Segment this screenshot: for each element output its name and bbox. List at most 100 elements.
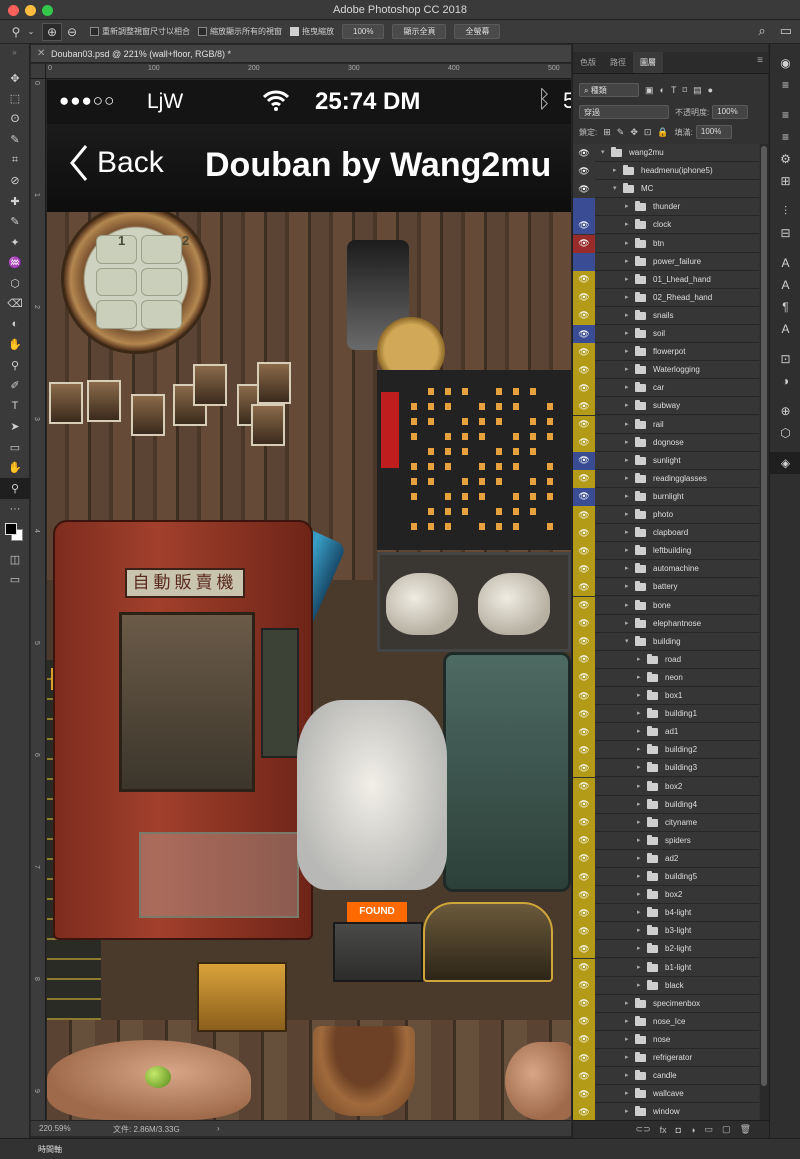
expand-arrow-icon[interactable]: ▸ — [625, 220, 629, 228]
history-icon[interactable]: ⊕ — [770, 400, 800, 422]
visibility-eye-icon[interactable]: 👁 — [573, 668, 595, 687]
layer-row[interactable]: 👁 ▸ b2-light — [573, 940, 759, 959]
layer-row[interactable]: 👁 ▸ rail — [573, 415, 759, 434]
dodge-tool-icon[interactable]: ✋ — [0, 335, 30, 356]
expand-arrow-icon[interactable]: ▸ — [637, 890, 641, 898]
layer-row[interactable]: 👁 ▸ road — [573, 650, 759, 669]
layer-row[interactable]: 👁 ▸ automachine — [573, 560, 759, 579]
layer-row[interactable]: 👁 ▸ 01_Lhead_hand — [573, 270, 759, 289]
expand-arrow-icon[interactable]: ▸ — [625, 275, 629, 283]
properties-icon[interactable]: ≡ — [770, 74, 800, 96]
visibility-eye-icon[interactable]: 👁 — [573, 578, 595, 597]
expand-arrow-icon[interactable]: ▸ — [625, 492, 629, 500]
visibility-eye-icon[interactable]: 👁 — [573, 162, 595, 181]
layer-row[interactable]: 👁 ▸ box1 — [573, 687, 759, 705]
layer-row[interactable]: 👁 ▸ specimenbox — [573, 994, 759, 1013]
layer-row[interactable]: 👁 ▸ refrigerator — [573, 1049, 759, 1067]
expand-arrow-icon[interactable]: ▸ — [637, 800, 641, 808]
expand-arrow-icon[interactable]: ▸ — [637, 691, 641, 699]
layer-row[interactable]: 👁 ▸ box2 — [573, 777, 759, 796]
crop-tool-icon[interactable]: ⌗ — [0, 150, 30, 171]
visibility-eye-icon[interactable]: 👁 — [573, 1049, 595, 1067]
expand-arrow-icon[interactable]: ▸ — [625, 1089, 629, 1097]
layer-row[interactable]: 👁 ▸ neon — [573, 668, 759, 687]
tab-paths[interactable]: 路徑 — [603, 52, 633, 73]
layer-row[interactable]: 👁 ▸ readingglasses — [573, 469, 759, 488]
expand-arrow-icon[interactable]: ▸ — [625, 510, 629, 518]
adjustments-icon[interactable]: ≡ — [770, 104, 800, 126]
expand-arrow-icon[interactable]: ▸ — [625, 1017, 629, 1025]
magic-wand-tool-icon[interactable]: ✎ — [0, 130, 30, 151]
panel-menu-icon[interactable]: ≡ — [757, 55, 763, 66]
layer-row[interactable]: 👁 ▸ black — [573, 976, 759, 995]
visibility-eye-icon[interactable]: 👁 — [573, 1012, 595, 1031]
search-icon[interactable]: ⌕ — [758, 23, 765, 39]
layer-row[interactable]: 👁 ▸ wallcave — [573, 1085, 759, 1104]
filter-adjust-icon[interactable]: ◐ — [660, 85, 665, 95]
layer-row[interactable]: 👁 ▸ b1-light — [573, 958, 759, 977]
visibility-eye-icon[interactable]: 👁 — [573, 433, 595, 452]
paint-bucket-tool-icon[interactable]: ⌫ — [0, 294, 30, 315]
document-canvas[interactable]: 1 2 自動販賣機 FOUND ●●●○○ LjW 25:74 DM ᛒ 5 B… — [47, 80, 571, 1120]
expand-arrow-icon[interactable]: ▸ — [625, 546, 629, 554]
history-brush-tool-icon[interactable]: ♒ — [0, 253, 30, 274]
collapse-icon[interactable]: » — [0, 44, 29, 68]
visibility-eye-icon[interactable]: 👁 — [573, 1030, 595, 1049]
layer-row[interactable]: 👁 ▸ bone — [573, 596, 759, 615]
lasso-tool-icon[interactable]: ʘ — [0, 109, 30, 130]
visibility-eye-icon[interactable]: 👁 — [573, 904, 595, 923]
zoom-tool-icon[interactable]: ⚲ — [0, 478, 30, 499]
zoom-tool-icon[interactable]: ⚲ — [6, 23, 26, 41]
visibility-eye-icon[interactable]: 👁 — [573, 868, 595, 886]
visibility-eye-icon[interactable]: 👁 — [573, 469, 595, 488]
layer-row[interactable]: 👁 ▸ building4 — [573, 795, 759, 814]
layer-row[interactable]: 👁 ▸ flowerpot — [573, 343, 759, 362]
visibility-eye-icon[interactable]: 👁 — [573, 216, 595, 235]
filter-kind-select[interactable]: ⌕ 種類 — [579, 83, 639, 97]
expand-arrow-icon[interactable]: ▸ — [637, 727, 641, 735]
status-menu-arrow[interactable]: › — [217, 1124, 220, 1133]
visibility-eye-icon[interactable]: 👁 — [573, 397, 595, 416]
expand-arrow-icon[interactable]: ▸ — [637, 836, 641, 844]
expand-arrow-icon[interactable]: ▸ — [625, 1107, 629, 1115]
layer-row[interactable]: 👁 ▸ dognose — [573, 433, 759, 452]
visibility-eye-icon[interactable]: 👁 — [573, 325, 595, 343]
cc-libraries-icon[interactable]: ◉ — [770, 52, 800, 74]
layer-row[interactable]: 👁 ▸ elephantnose — [573, 614, 759, 633]
visibility-eye-icon[interactable]: 👁 — [573, 596, 595, 615]
layer-row[interactable]: 👁 ▸ nose_Ice — [573, 1012, 759, 1031]
zoom-100-button[interactable]: 100% — [342, 24, 385, 39]
expand-arrow-icon[interactable]: ▸ — [637, 745, 641, 753]
visibility-eye-icon[interactable]: 👁 — [573, 849, 595, 868]
zoom-in-icon[interactable]: ⊕ — [42, 22, 62, 41]
more-tool-icon[interactable]: ··· — [0, 499, 30, 520]
expand-arrow-icon[interactable]: ▸ — [637, 782, 641, 790]
visibility-eye-icon[interactable] — [573, 252, 595, 271]
zoom-out-icon[interactable]: ⊖ — [62, 23, 82, 41]
checkbox[interactable] — [90, 27, 99, 36]
visibility-eye-icon[interactable]: 👁 — [573, 487, 595, 506]
layer-row[interactable]: 👁 ▸ b4-light — [573, 904, 759, 923]
layer-row[interactable]: 👁 ▸ sunlight — [573, 451, 759, 470]
visibility-eye-icon[interactable]: 👁 — [573, 614, 595, 633]
layer-row[interactable]: 👁 ▾ MC — [573, 180, 759, 199]
zoom-all-windows-option[interactable]: 縮放顯示所有的視窗 — [198, 26, 282, 37]
character-styles-icon[interactable]: A — [770, 274, 800, 296]
ruler-origin[interactable] — [31, 64, 46, 79]
visibility-eye-icon[interactable]: 👁 — [573, 542, 595, 561]
expand-arrow-icon[interactable]: ▸ — [625, 564, 629, 572]
mask-icon[interactable]: ◘ — [676, 1125, 681, 1135]
filter-toggle-icon[interactable]: ● — [708, 85, 713, 95]
lock-artboard-icon[interactable]: ⊡ — [644, 127, 652, 138]
visibility-eye-icon[interactable]: 👁 — [573, 288, 595, 307]
expand-arrow-icon[interactable]: ▸ — [637, 981, 641, 989]
layers-scrollbar[interactable] — [760, 144, 768, 1120]
color-swatches[interactable] — [0, 519, 29, 549]
expand-arrow-icon[interactable]: ▸ — [625, 420, 629, 428]
filter-smart-icon[interactable]: ▤ — [693, 85, 702, 96]
expand-arrow-icon[interactable]: ▸ — [637, 963, 641, 971]
visibility-eye-icon[interactable]: 👁 — [573, 958, 595, 977]
visibility-eye-icon[interactable]: 👁 — [573, 270, 595, 289]
expand-arrow-icon[interactable]: ▸ — [625, 582, 629, 590]
blur-tool-icon[interactable]: ◐ — [0, 314, 30, 335]
